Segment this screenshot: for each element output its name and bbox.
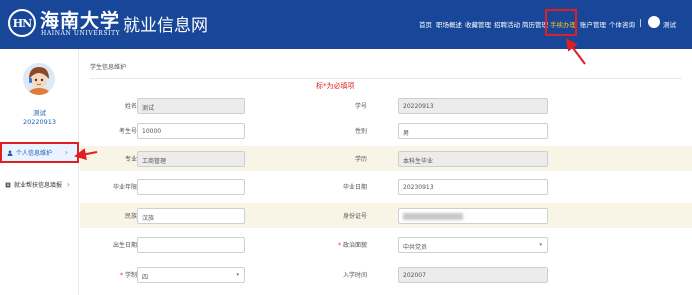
field-label-ethnicity: 民族 — [124, 213, 137, 220]
divider — [90, 78, 682, 79]
university-logo-icon[interactable]: HN — [8, 9, 36, 37]
field-label-degree: 学历 — [354, 156, 367, 163]
sidebar-item-label: 就业帮扶信息填报 — [14, 182, 63, 189]
nav-user-name[interactable]: 测试 — [663, 19, 676, 29]
ethnicity-field[interactable]: 汉族 — [137, 208, 245, 224]
id-card-field[interactable] — [398, 208, 548, 224]
student-avatar — [23, 63, 55, 95]
nav-annotation-box — [545, 9, 577, 36]
form-row: 毕业年限 毕业日期 20230913 — [80, 174, 692, 199]
form-row: 出生日期 * 政治面貌 中共党员 ▾ — [80, 232, 692, 257]
field-label-grad-years: 毕业年限 — [112, 184, 137, 191]
graduation-date-field[interactable]: 20230913 — [398, 179, 548, 195]
field-label-name: 姓名 — [124, 103, 137, 110]
field-label-student-id: 学号 — [354, 103, 367, 110]
field-label-exam-no: 考生号 — [118, 128, 137, 135]
form-row: 专业 工商管理 学历 本科生毕业 — [80, 146, 692, 171]
student-id-field[interactable]: 20220913 — [398, 98, 548, 114]
user-icon — [7, 149, 13, 156]
form-row: 考生号 10000 性别 男 — [80, 118, 692, 143]
redacted-value — [403, 213, 463, 220]
field-label-gender: 性别 — [354, 128, 367, 135]
chevron-down-icon: ▾ — [236, 272, 239, 278]
field-label-enrollment: 入学时间 — [342, 272, 367, 279]
sidebar: 测试 20220913 个人信息维护 › 就业帮扶信息填报 › — [0, 49, 79, 295]
enrollment-time-field[interactable]: 202007 — [398, 267, 548, 283]
breadcrumb: 学生信息维护 — [90, 64, 127, 71]
nav-item-account[interactable]: 账户管理 — [580, 19, 606, 29]
nav-item-consult[interactable]: 个体咨询 — [609, 19, 635, 29]
form-row: 民族 汉族 身份证号 — [80, 203, 692, 228]
nav-separator: | — [639, 18, 642, 27]
major-field[interactable]: 工商管理 — [137, 151, 245, 167]
nav-item-overview[interactable]: 职场概述 — [436, 19, 462, 29]
chevron-down-icon: ▾ — [539, 242, 542, 248]
nav-item-home[interactable]: 首页 — [419, 19, 432, 29]
gender-field[interactable]: 男 — [398, 123, 548, 139]
name-field[interactable]: 测试 — [137, 98, 245, 114]
nav-item-favorites[interactable]: 收藏管理 — [465, 19, 491, 29]
field-label-id-card: 身份证号 — [342, 213, 367, 220]
exam-number-field[interactable]: 10000 — [137, 123, 245, 139]
field-label-major: 专业 — [124, 156, 137, 163]
graduation-years-field[interactable] — [137, 179, 245, 195]
degree-field[interactable]: 本科生毕业 — [398, 151, 548, 167]
site-title[interactable]: 就业信息网 — [123, 11, 208, 36]
required-fields-note: 标*为必填项 — [316, 82, 355, 90]
field-label-political-status: * 政治面貌 — [337, 242, 367, 249]
form-row: 姓名 测试 学号 20220913 — [80, 93, 692, 118]
field-label-birth-date: 出生日期 — [112, 242, 137, 249]
political-status-select[interactable]: 中共党员 ▾ — [398, 237, 548, 253]
university-name-cn[interactable]: 海南大学 — [40, 6, 120, 33]
form-row: * 学制 四 ▾ 入学时间 202007 — [80, 262, 692, 287]
user-avatar-icon[interactable] — [648, 16, 660, 28]
duration-select[interactable]: 四 ▾ — [137, 267, 245, 283]
university-name-en: HAINAN UNIVERSITY — [41, 30, 121, 37]
sidebar-item-label: 个人信息维护 — [16, 150, 53, 157]
top-header: HN 海南大学 HAINAN UNIVERSITY 就业信息网 首页 职场概述 … — [0, 0, 692, 49]
field-label-duration: * 学制 — [119, 272, 137, 279]
nav-item-recruiting[interactable]: 招聘活动 — [494, 19, 520, 29]
student-id: 20220913 — [22, 118, 57, 126]
document-icon — [5, 182, 11, 187]
birth-date-field[interactable] — [137, 237, 245, 253]
student-avatar-icon — [23, 63, 55, 95]
field-label-grad-date: 毕业日期 — [342, 184, 367, 191]
